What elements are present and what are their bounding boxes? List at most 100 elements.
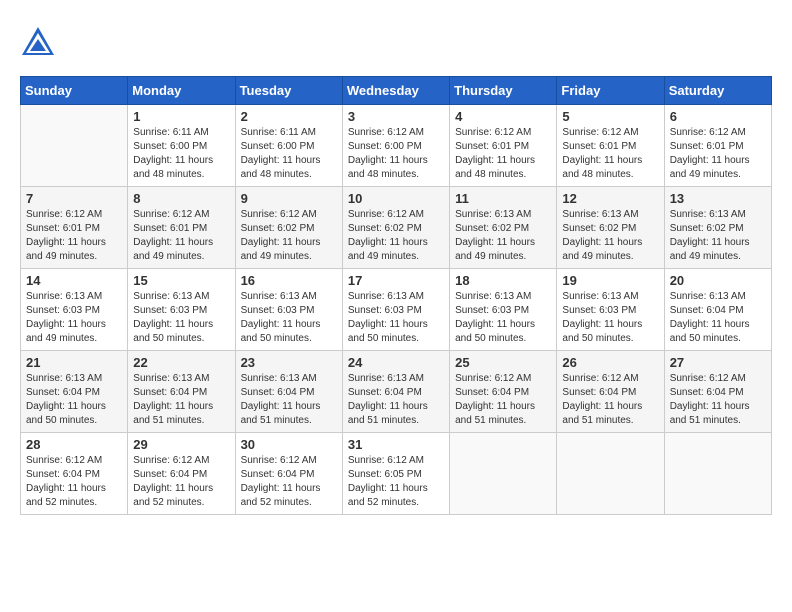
calendar-cell: 16 Sunrise: 6:13 AM Sunset: 6:03 PM Dayli…	[235, 269, 342, 351]
day-number: 21	[26, 355, 122, 370]
calendar-cell: 6 Sunrise: 6:12 AM Sunset: 6:01 PM Daylig…	[664, 105, 771, 187]
day-info: Sunrise: 6:12 AM Sunset: 6:01 PM Dayligh…	[562, 126, 658, 182]
day-number: 9	[241, 191, 337, 206]
day-info: Sunrise: 6:13 AM Sunset: 6:04 PM Dayligh…	[348, 372, 444, 428]
day-info: Sunrise: 6:12 AM Sunset: 6:04 PM Dayligh…	[26, 454, 122, 510]
calendar-cell: 11 Sunrise: 6:13 AM Sunset: 6:02 PM Dayli…	[450, 187, 557, 269]
day-number: 7	[26, 191, 122, 206]
calendar-cell: 19 Sunrise: 6:13 AM Sunset: 6:03 PM Dayli…	[557, 269, 664, 351]
day-number: 29	[133, 437, 229, 452]
day-number: 13	[670, 191, 766, 206]
day-number: 20	[670, 273, 766, 288]
weekday-header: Wednesday	[342, 77, 449, 105]
day-number: 19	[562, 273, 658, 288]
calendar-cell	[664, 433, 771, 515]
calendar-cell: 25 Sunrise: 6:12 AM Sunset: 6:04 PM Dayli…	[450, 351, 557, 433]
calendar-cell: 8 Sunrise: 6:12 AM Sunset: 6:01 PM Daylig…	[128, 187, 235, 269]
day-info: Sunrise: 6:13 AM Sunset: 6:04 PM Dayligh…	[133, 372, 229, 428]
day-number: 31	[348, 437, 444, 452]
day-info: Sunrise: 6:13 AM Sunset: 6:03 PM Dayligh…	[562, 290, 658, 346]
calendar-cell: 7Sunrise: 6:12 AM Sunset: 6:01 PM Daylig…	[21, 187, 128, 269]
calendar-cell: 23 Sunrise: 6:13 AM Sunset: 6:04 PM Dayli…	[235, 351, 342, 433]
day-info: Sunrise: 6:13 AM Sunset: 6:02 PM Dayligh…	[562, 208, 658, 264]
day-info: Sunrise: 6:12 AM Sunset: 6:04 PM Dayligh…	[562, 372, 658, 428]
day-number: 23	[241, 355, 337, 370]
day-number: 14	[26, 273, 122, 288]
calendar-cell: 3Sunrise: 6:12 AM Sunset: 6:00 PM Daylig…	[342, 105, 449, 187]
weekday-header: Friday	[557, 77, 664, 105]
day-info: Sunrise: 6:13 AM Sunset: 6:04 PM Dayligh…	[670, 290, 766, 346]
logo-image	[20, 25, 56, 66]
calendar-cell: 28 Sunrise: 6:12 AM Sunset: 6:04 PM Dayli…	[21, 433, 128, 515]
day-number: 24	[348, 355, 444, 370]
day-number: 6	[670, 109, 766, 124]
day-number: 28	[26, 437, 122, 452]
calendar-cell: 2Sunrise: 6:11 AM Sunset: 6:00 PM Daylig…	[235, 105, 342, 187]
day-info: Sunrise: 6:13 AM Sunset: 6:02 PM Dayligh…	[455, 208, 551, 264]
day-info: Sunrise: 6:12 AM Sunset: 6:05 PM Dayligh…	[348, 454, 444, 510]
calendar-cell	[21, 105, 128, 187]
calendar-cell: 4 Sunrise: 6:12 AM Sunset: 6:01 PM Daylig…	[450, 105, 557, 187]
page-header	[20, 20, 772, 66]
day-info: Sunrise: 6:13 AM Sunset: 6:02 PM Dayligh…	[670, 208, 766, 264]
day-info: Sunrise: 6:13 AM Sunset: 6:04 PM Dayligh…	[241, 372, 337, 428]
calendar-week-row: 7 Sunrise: 6:12 AM Sunset: 6:01 PM Daylig…	[21, 187, 772, 269]
calendar-cell: 20 Sunrise: 6:13 AM Sunset: 6:04 PM Dayli…	[664, 269, 771, 351]
calendar-cell: 21 Sunrise: 6:13 AM Sunset: 6:04 PM Dayli…	[21, 351, 128, 433]
calendar-cell: 29Sunrise: 6:12 AM Sunset: 6:04 PM Dayli…	[128, 433, 235, 515]
day-number: 10	[348, 191, 444, 206]
calendar-cell: 18 Sunrise: 6:13 AM Sunset: 6:03 PM Dayli…	[450, 269, 557, 351]
weekday-header: Tuesday	[235, 77, 342, 105]
weekday-header: Saturday	[664, 77, 771, 105]
calendar-week-row: 21 Sunrise: 6:13 AM Sunset: 6:04 PM Dayli…	[21, 351, 772, 433]
day-info: Sunrise: 6:12 AM Sunset: 6:01 PM Dayligh…	[133, 208, 229, 264]
day-info: Sunrise: 6:12 AM Sunset: 6:01 PM Dayligh…	[455, 126, 551, 182]
day-info: Sunrise: 6:11 AM Sunset: 6:00 PM Dayligh…	[241, 126, 337, 182]
day-info: Sunrise: 6:12 AM Sunset: 6:04 PM Dayligh…	[455, 372, 551, 428]
day-number: 3	[348, 109, 444, 124]
day-number: 8	[133, 191, 229, 206]
day-info: Sunrise: 6:13 AM Sunset: 6:03 PM Dayligh…	[133, 290, 229, 346]
day-info: Sunrise: 6:12 AM Sunset: 6:04 PM Dayligh…	[670, 372, 766, 428]
weekday-header-row: SundayMondayTuesdayWednesdayThursdayFrid…	[21, 77, 772, 105]
day-number: 5	[562, 109, 658, 124]
logo	[20, 25, 60, 66]
day-number: 1	[133, 109, 229, 124]
day-number: 4	[455, 109, 551, 124]
day-number: 16	[241, 273, 337, 288]
calendar-cell: 15 Sunrise: 6:13 AM Sunset: 6:03 PM Dayli…	[128, 269, 235, 351]
calendar-cell	[450, 433, 557, 515]
calendar-cell: 30 Sunrise: 6:12 AM Sunset: 6:04 PM Dayli…	[235, 433, 342, 515]
calendar-cell: 26 Sunrise: 6:12 AM Sunset: 6:04 PM Dayli…	[557, 351, 664, 433]
weekday-header: Sunday	[21, 77, 128, 105]
day-info: Sunrise: 6:13 AM Sunset: 6:03 PM Dayligh…	[455, 290, 551, 346]
day-number: 15	[133, 273, 229, 288]
day-number: 27	[670, 355, 766, 370]
day-info: Sunrise: 6:12 AM Sunset: 6:04 PM Dayligh…	[241, 454, 337, 510]
day-number: 30	[241, 437, 337, 452]
calendar-table: SundayMondayTuesdayWednesdayThursdayFrid…	[20, 76, 772, 515]
calendar-cell: 5 Sunrise: 6:12 AM Sunset: 6:01 PM Daylig…	[557, 105, 664, 187]
calendar-cell: 10 Sunrise: 6:12 AM Sunset: 6:02 PM Dayli…	[342, 187, 449, 269]
calendar-cell: 24 Sunrise: 6:13 AM Sunset: 6:04 PM Dayli…	[342, 351, 449, 433]
calendar-cell: 31 Sunrise: 6:12 AM Sunset: 6:05 PM Dayli…	[342, 433, 449, 515]
day-number: 18	[455, 273, 551, 288]
day-number: 26	[562, 355, 658, 370]
day-info: Sunrise: 6:12 AM Sunset: 6:02 PM Dayligh…	[348, 208, 444, 264]
day-info: Sunrise: 6:11 AM Sunset: 6:00 PM Dayligh…	[133, 126, 229, 182]
calendar-week-row: 28 Sunrise: 6:12 AM Sunset: 6:04 PM Dayli…	[21, 433, 772, 515]
calendar-cell: 14Sunrise: 6:13 AM Sunset: 6:03 PM Dayli…	[21, 269, 128, 351]
weekday-header: Monday	[128, 77, 235, 105]
calendar-cell: 17Sunrise: 6:13 AM Sunset: 6:03 PM Dayli…	[342, 269, 449, 351]
day-number: 25	[455, 355, 551, 370]
calendar-cell	[557, 433, 664, 515]
weekday-header: Thursday	[450, 77, 557, 105]
day-info: Sunrise: 6:13 AM Sunset: 6:03 PM Dayligh…	[241, 290, 337, 346]
calendar-cell: 1 Sunrise: 6:11 AM Sunset: 6:00 PM Daylig…	[128, 105, 235, 187]
calendar-cell: 22Sunrise: 6:13 AM Sunset: 6:04 PM Dayli…	[128, 351, 235, 433]
calendar-cell: 27 Sunrise: 6:12 AM Sunset: 6:04 PM Dayli…	[664, 351, 771, 433]
day-info: Sunrise: 6:12 AM Sunset: 6:01 PM Dayligh…	[670, 126, 766, 182]
day-info: Sunrise: 6:13 AM Sunset: 6:04 PM Dayligh…	[26, 372, 122, 428]
calendar-week-row: 1 Sunrise: 6:11 AM Sunset: 6:00 PM Daylig…	[21, 105, 772, 187]
day-number: 11	[455, 191, 551, 206]
